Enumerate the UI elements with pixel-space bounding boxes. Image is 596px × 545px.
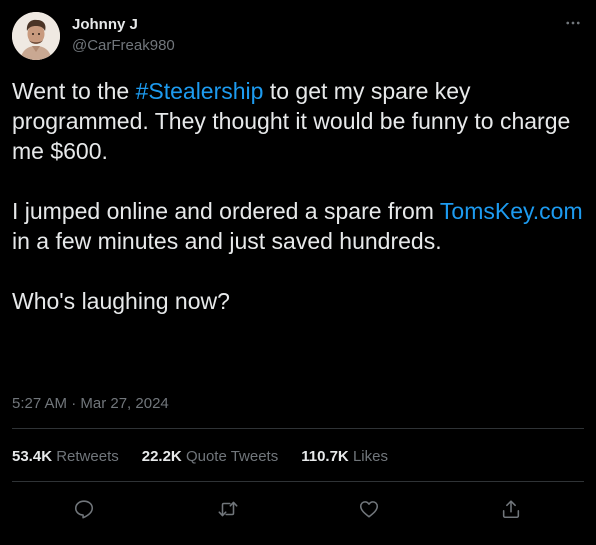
likes-count: 110.7K (301, 448, 349, 465)
avatar-image (12, 12, 60, 60)
likes-stat[interactable]: 110.7K Likes (301, 447, 388, 467)
avatar[interactable] (12, 12, 60, 60)
like-button[interactable] (352, 492, 386, 526)
author-name[interactable]: Johnny J (72, 15, 138, 35)
share-icon (502, 500, 520, 519)
likes-label: Likes (352, 448, 388, 465)
quote-tweets-label: Quote Tweets (185, 448, 279, 465)
tweet-text: Went to the #Stealership to get my spare… (12, 76, 587, 316)
action-bar (12, 492, 584, 526)
reply-button[interactable] (67, 492, 101, 526)
tweet-paragraph-3: Who's laughing now? (12, 288, 230, 314)
tweet-text-segment: Went to the (12, 78, 136, 104)
tweet-timestamp[interactable]: 5:27 AM · Mar 27, 2024 (12, 394, 169, 414)
author-handle[interactable]: @CarFreak980 (72, 36, 175, 56)
retweets-stat[interactable]: 53.4K Retweets (12, 447, 119, 467)
retweets-label: Retweets (56, 448, 119, 465)
tweet-paragraph-2: I jumped online and ordered a spare from… (12, 196, 587, 256)
tweet-text-segment: in a few minutes and just saved hundreds… (12, 228, 442, 254)
more-options-button[interactable] (560, 10, 586, 36)
url-link[interactable]: TomsKey.com (440, 198, 583, 224)
more-horizontal-icon (566, 21, 580, 25)
tweet-paragraph-1: Went to the #Stealership to get my spare… (12, 76, 587, 166)
retweets-count: 53.4K (12, 448, 53, 465)
tweet-card: Johnny J @CarFreak980 Went to the #Steal… (0, 0, 596, 545)
divider (12, 481, 584, 482)
hashtag-link[interactable]: #Stealership (136, 78, 264, 104)
quote-tweets-count: 22.2K (141, 448, 182, 465)
engagement-stats: 53.4K Retweets 22.2K Quote Tweets 110.7K… (12, 446, 411, 468)
quote-tweets-stat[interactable]: 22.2K Quote Tweets (142, 447, 278, 467)
tweet-text-segment: I jumped online and ordered a spare from (12, 198, 440, 224)
divider (12, 428, 584, 429)
heart-icon (359, 501, 379, 518)
reply-icon (74, 500, 94, 519)
retweet-icon (218, 501, 238, 517)
retweet-button[interactable] (211, 492, 245, 526)
share-button[interactable] (494, 492, 528, 526)
